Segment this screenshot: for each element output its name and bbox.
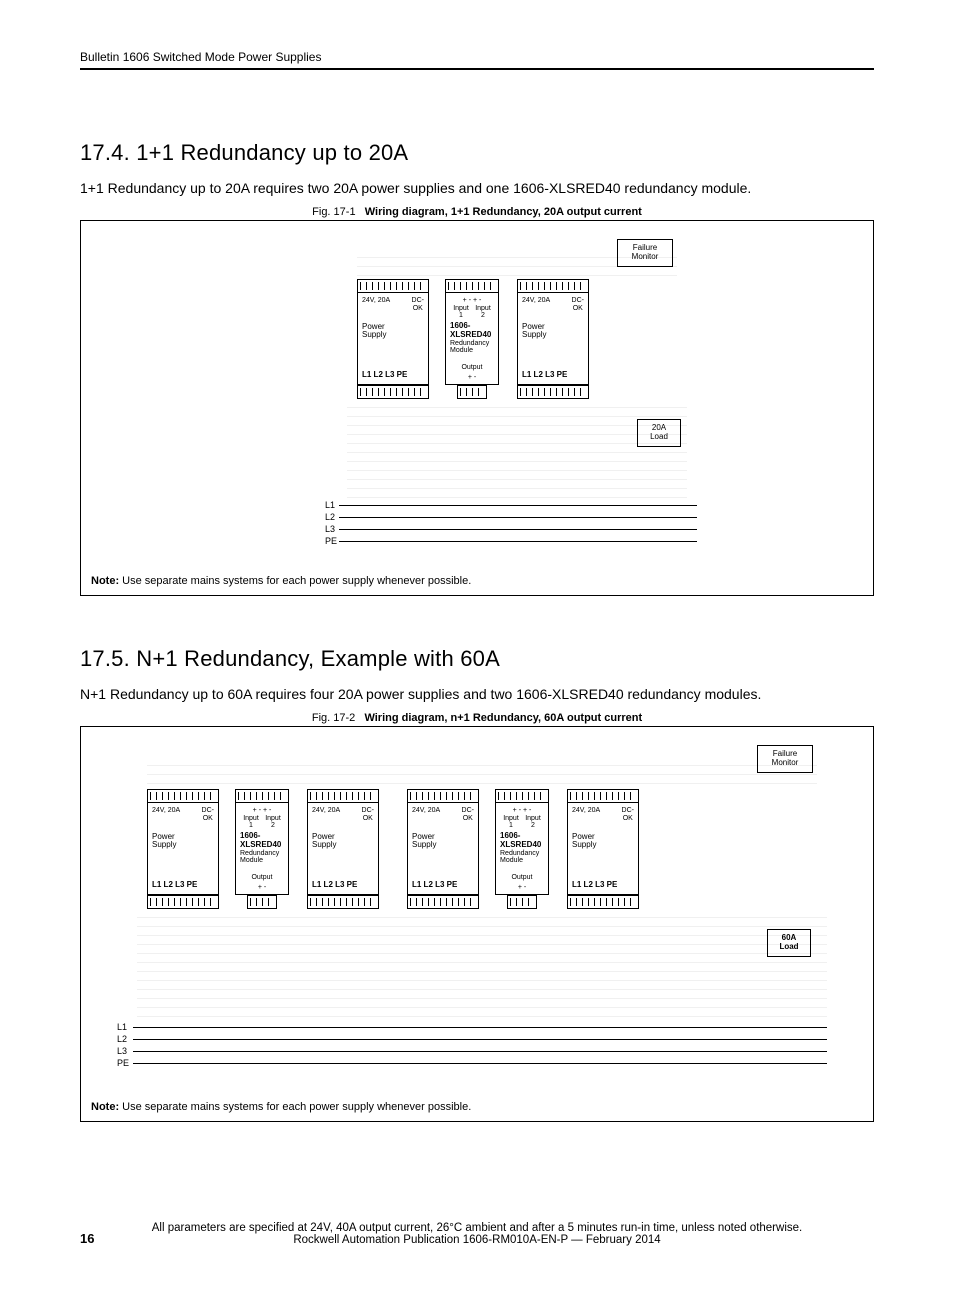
rail-l2: L2 bbox=[117, 1035, 127, 1045]
rail-pe: PE bbox=[325, 537, 337, 547]
ps1-box: 24V, 20A DC- OK Power Supply L1 L2 L3 PE bbox=[147, 803, 219, 895]
page-footer: 16 All parameters are specified at 24V, … bbox=[80, 1222, 874, 1246]
note-text: Use separate mains systems for each powe… bbox=[122, 575, 471, 587]
ps3-top-terminals bbox=[407, 789, 479, 803]
red-input-polarity: + - + - bbox=[450, 297, 494, 305]
ps1-bottom-labels: L1 L2 L3 PE bbox=[362, 371, 407, 380]
fig-17-2-caption: Fig. 17-2 Wiring diagram, n+1 Redundancy… bbox=[80, 712, 874, 724]
fig-17-2-box: Failure Monitor 24V, 20A DC- OK Power Su… bbox=[80, 726, 874, 1122]
red-input1: Input 1 bbox=[450, 305, 472, 320]
running-header: Bulletin 1606 Switched Mode Power Suppli… bbox=[80, 50, 874, 70]
footer-spec-note: All parameters are specified at 24V, 40A… bbox=[80, 1222, 874, 1234]
ps1-top-terminals bbox=[357, 279, 429, 293]
fig-label: Fig. 17-1 bbox=[312, 206, 355, 218]
ps1-label: Power Supply bbox=[362, 323, 424, 341]
ps1-top-terminals bbox=[147, 789, 219, 803]
fig-title: Wiring diagram, 1+1 Redundancy, 20A outp… bbox=[365, 206, 642, 218]
section-17-4-title: 17.4. 1+1 Redundancy up to 20A bbox=[80, 140, 874, 166]
ps1-dcok: DC- OK bbox=[412, 297, 424, 312]
redundancy-box: + - + - Input 1 Input 2 1606- XLSRED40 R… bbox=[445, 293, 499, 385]
ps3-bottom-terminals bbox=[407, 895, 479, 909]
section-17-5-title: 17.5. N+1 Redundancy, Example with 60A bbox=[80, 646, 874, 672]
red-top-terminals bbox=[445, 279, 499, 293]
red-output-terminals bbox=[457, 385, 487, 399]
ps2-box: 24V, 20A DC- OK Power Supply L1 L2 L3 PE bbox=[517, 293, 589, 385]
rail-l2: L2 bbox=[325, 513, 335, 523]
fig-17-2-note: Note: Use separate mains systems for eac… bbox=[91, 1101, 863, 1113]
ps1-box: 24V, 20A DC- OK Power Supply L1 L2 L3 PE bbox=[357, 293, 429, 385]
red-output-label: Output bbox=[446, 364, 498, 372]
red1-output-terminals bbox=[247, 895, 277, 909]
fig-title: Wiring diagram, n+1 Redundancy, 60A outp… bbox=[364, 712, 642, 724]
ps1-bottom-terminals bbox=[147, 895, 219, 909]
note-label: Note: bbox=[91, 575, 119, 587]
ps2-bottom-terminals bbox=[307, 895, 379, 909]
rail-l3: L3 bbox=[325, 525, 335, 535]
ps2-dcok: DC- OK bbox=[572, 297, 584, 312]
ps1-rating: 24V, 20A bbox=[362, 297, 390, 304]
red-output-polarity: + - bbox=[446, 374, 498, 382]
ps2-top-terminals bbox=[307, 789, 379, 803]
rail-l1: L1 bbox=[325, 501, 335, 511]
note-text: Use separate mains systems for each powe… bbox=[122, 1101, 471, 1113]
section-17-5-body: N+1 Redundancy up to 60A requires four 2… bbox=[80, 686, 874, 702]
fig-17-1-caption: Fig. 17-1 Wiring diagram, 1+1 Redundancy… bbox=[80, 206, 874, 218]
section-17-4-body: 1+1 Redundancy up to 20A requires two 20… bbox=[80, 180, 874, 196]
fig-label: Fig. 17-2 bbox=[312, 712, 355, 724]
ps2-rating: 24V, 20A bbox=[522, 297, 550, 304]
ps4-top-terminals bbox=[567, 789, 639, 803]
schematic-60a: Failure Monitor 24V, 20A DC- OK Power Su… bbox=[117, 745, 837, 1085]
red-desc: Redundancy Module bbox=[450, 340, 494, 355]
ps4-bottom-terminals bbox=[567, 895, 639, 909]
red-model: 1606- XLSRED40 bbox=[450, 322, 494, 340]
red-input2: Input 2 bbox=[472, 305, 494, 320]
fig-17-1-box: Failure Monitor + + - - ⤻ 24V, 20A DC- O… bbox=[80, 220, 874, 596]
footer-publication: Rockwell Automation Publication 1606-RM0… bbox=[80, 1234, 874, 1246]
red2-box: + - + - Input 1Input 2 1606- XLSRED40 Re… bbox=[495, 803, 549, 895]
page-number: 16 bbox=[80, 1231, 94, 1246]
ps2-label: Power Supply bbox=[522, 323, 584, 341]
ps3-box: 24V, 20A DC- OK Power Supply L1 L2 L3 PE bbox=[407, 803, 479, 895]
rail-pe: PE bbox=[117, 1059, 129, 1069]
ps4-box: 24V, 20A DC- OK Power Supply L1 L2 L3 PE bbox=[567, 803, 639, 895]
red1-top-terminals bbox=[235, 789, 289, 803]
rail-l1: L1 bbox=[117, 1023, 127, 1033]
rail-l3: L3 bbox=[117, 1047, 127, 1057]
ps2-bottom-labels: L1 L2 L3 PE bbox=[522, 371, 567, 380]
red2-output-terminals bbox=[507, 895, 537, 909]
ps2-box: 24V, 20A DC- OK Power Supply L1 L2 L3 PE bbox=[307, 803, 379, 895]
ps1-bottom-terminals bbox=[357, 385, 429, 399]
fig-17-1-note: Note: Use separate mains systems for eac… bbox=[91, 575, 863, 587]
ps2-bottom-terminals bbox=[517, 385, 589, 399]
ps2-top-terminals bbox=[517, 279, 589, 293]
note-label: Note: bbox=[91, 1101, 119, 1113]
red1-box: + - + - Input 1Input 2 1606- XLSRED40 Re… bbox=[235, 803, 289, 895]
schematic-20a: Failure Monitor + + - - ⤻ 24V, 20A DC- O… bbox=[217, 239, 737, 559]
red2-top-terminals bbox=[495, 789, 549, 803]
